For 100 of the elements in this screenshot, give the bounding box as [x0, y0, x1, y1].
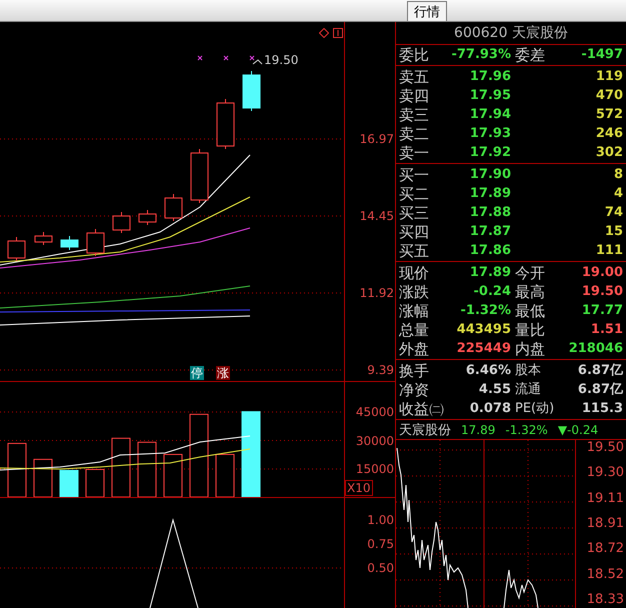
quote-value: 218046 — [568, 340, 623, 358]
intraday-axis-label: 19.30 — [586, 466, 624, 480]
candle — [216, 98, 234, 150]
intraday-axis-label: 18.72 — [586, 542, 624, 556]
volume-bar — [112, 438, 130, 497]
volume-bar — [86, 468, 104, 497]
quote-value: -0.24 — [472, 282, 511, 300]
order-level-label: 卖一 — [399, 144, 430, 162]
volume-bar — [60, 470, 78, 497]
quote-label: 总量 — [399, 320, 430, 338]
intraday-axis-label: 19.50 — [586, 441, 624, 455]
quote-value: 17.77 — [580, 302, 623, 320]
intraday-axis-label: 19.11 — [586, 492, 624, 506]
order-price: 17.95 — [468, 86, 511, 104]
indicator-axis-label: 0.50 — [367, 561, 394, 575]
price-axis-label: 11.92 — [360, 286, 394, 300]
candle — [138, 210, 156, 226]
order-volume: 4 — [612, 184, 623, 202]
quote-label: 外盘 — [399, 340, 430, 358]
toolbar-tab[interactable]: 行情 — [407, 1, 447, 21]
quote-value: 115.3 — [580, 400, 623, 418]
order-volume: 246 — [594, 124, 623, 142]
quote-value: 19.50 — [580, 282, 623, 300]
volume-bar — [8, 442, 26, 497]
volume-bar — [138, 442, 156, 497]
intraday-axis-label: 18.91 — [586, 516, 624, 531]
volume-axis-label: 30000 — [356, 434, 394, 448]
quote-label: 委比 — [399, 46, 430, 64]
cross-mark-icon — [250, 56, 254, 60]
quote-value: 6.46% — [464, 362, 511, 380]
quote-label: 最高 — [514, 282, 546, 300]
quote-label: 现价 — [399, 264, 430, 282]
candle — [164, 194, 182, 222]
quote-value: 19.00 — [580, 264, 623, 282]
order-volume: 470 — [594, 86, 623, 104]
order-level-label: 卖四 — [399, 86, 430, 104]
diamond-icon — [319, 28, 329, 38]
order-volume: 119 — [594, 68, 623, 86]
quote-value: 4.55 — [478, 380, 511, 398]
pointer-mark — [252, 59, 262, 64]
candle — [190, 148, 208, 204]
volume-bar — [164, 454, 182, 497]
quote-value: 17.89 — [468, 264, 511, 282]
candle — [34, 232, 52, 246]
candle — [60, 236, 78, 250]
quote-label: 涨幅 — [399, 302, 430, 320]
quote-label: PE(动) — [514, 400, 556, 418]
price-line — [504, 570, 538, 608]
quote-label: 内盘 — [514, 340, 546, 358]
quote-value: -1497 — [580, 46, 623, 64]
quote-value: 443495 — [456, 320, 511, 338]
quote-label: 量比 — [514, 320, 546, 338]
price-axis-label: 14.45 — [360, 209, 394, 223]
candle — [242, 70, 260, 112]
high-price-label: 19.50 — [264, 53, 298, 67]
volume-bar — [34, 458, 52, 497]
quote-label: 最低 — [514, 302, 546, 320]
quote-label: 涨跌 — [399, 282, 430, 300]
volume-bar — [216, 454, 234, 497]
order-price: 17.87 — [468, 222, 511, 240]
indicator-axis-label: 0.75 — [367, 537, 394, 551]
quote-label: 委差 — [514, 46, 546, 64]
quote-value: 225449 — [456, 340, 511, 358]
intraday-price: 17.89 — [461, 422, 496, 436]
order-price: 17.88 — [468, 204, 511, 222]
quote-label: 流通 — [514, 380, 542, 398]
intraday-change: ▼-0.24 — [558, 422, 598, 436]
order-volume: 8 — [612, 166, 623, 184]
candle — [112, 212, 130, 234]
order-price: 17.90 — [468, 166, 511, 184]
quote-value: -1.32% — [460, 302, 511, 320]
intraday-axis-label: 18.52 — [586, 568, 624, 582]
quote-label: 净资 — [399, 380, 430, 398]
chart-marker: 停 — [190, 366, 204, 380]
stock-name: 天宸股份 — [399, 422, 451, 438]
price-axis-label: 16.97 — [360, 132, 394, 146]
order-level-label: 买一 — [399, 166, 430, 184]
order-level-label: 买五 — [399, 242, 430, 260]
quote-value: -77.93% — [450, 46, 511, 64]
volume-scale-label: X10 — [345, 480, 372, 496]
order-volume: 111 — [594, 242, 623, 260]
quote-value: 0.078 — [468, 400, 511, 418]
order-level-label: 买二 — [399, 184, 430, 202]
intraday-change-percent: -1.32% — [505, 422, 548, 436]
stock-title: 600620 天宸股份 — [454, 24, 568, 42]
order-level-label: 卖五 — [399, 68, 430, 86]
order-level-label: 买三 — [399, 204, 430, 222]
order-price: 17.93 — [468, 124, 511, 142]
square-icon — [333, 28, 343, 38]
candle — [8, 236, 26, 262]
quote-label: 股本 — [514, 362, 542, 380]
order-price: 17.96 — [468, 68, 511, 86]
price-axis-label: 9.39 — [367, 363, 394, 377]
cross-mark-icon — [198, 56, 202, 60]
quote-label: 今开 — [514, 264, 546, 282]
candle — [86, 228, 104, 256]
order-level-label: 买四 — [399, 222, 430, 240]
quote-value: 1.51 — [590, 320, 623, 338]
chart-marker: 涨 — [216, 366, 230, 380]
order-price: 17.89 — [468, 184, 511, 202]
